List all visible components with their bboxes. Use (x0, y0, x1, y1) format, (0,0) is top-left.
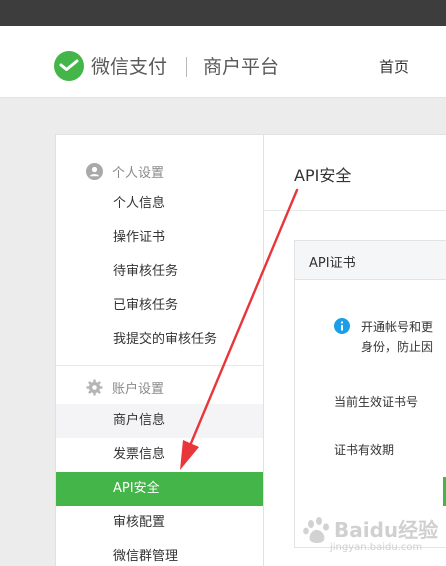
sidebar-item-wechat-group-mgmt[interactable]: 微信群管理 (56, 540, 263, 566)
sidebar-item-merchant-info[interactable]: 商户信息 (56, 404, 263, 438)
sidebar-item-my-submitted-tasks[interactable]: 我提交的审核任务 (56, 323, 263, 357)
page-title: API安全 (294, 166, 352, 185)
main-panel: API安全 API证书 开通帐号和更 身份，防止因 当前生效证书号 证书有效期 (264, 134, 446, 566)
cert-notice-text: 开通帐号和更 身份，防止因 (361, 317, 446, 357)
brand-subtitle: 商户平台 (203, 56, 280, 78)
wechat-pay-logo-icon (54, 51, 84, 81)
current-cert-number-label: 当前生效证书号 (334, 395, 419, 409)
sidebar-group-label: 个人设置 (112, 165, 165, 181)
sidebar: 个人设置 个人信息 操作证书 待审核任务 已审核任务 我提交的审核任务 账户设置… (55, 134, 264, 566)
top-bar (0, 0, 446, 26)
sidebar-divider (56, 365, 263, 366)
notice-line: 身份，防止因 (361, 340, 434, 354)
sidebar-item-operation-cert[interactable]: 操作证书 (56, 221, 263, 255)
cert-validity-label: 证书有效期 (334, 443, 395, 457)
info-icon (334, 318, 350, 334)
sidebar-group-label: 账户设置 (112, 381, 165, 397)
sidebar-item-invoice-info[interactable]: 发票信息 (56, 438, 263, 472)
sidebar-item-api-security[interactable]: API安全 (56, 472, 263, 506)
api-cert-card: API证书 开通帐号和更 身份，防止因 当前生效证书号 证书有效期 (294, 240, 446, 548)
card-title: API证书 (309, 256, 356, 271)
brand-name: 微信支付 (91, 56, 168, 78)
sidebar-group-personal-settings: 个人设置 (86, 161, 164, 181)
title-divider (264, 210, 446, 211)
watermark-text: Baidu经验 (334, 518, 439, 542)
user-icon (86, 162, 103, 180)
sidebar-item-review-config[interactable]: 审核配置 (56, 506, 263, 540)
baidu-watermark: Baidu经验 jingyan.baidu.com (298, 512, 444, 558)
sidebar-item-pending-review[interactable]: 待审核任务 (56, 255, 263, 289)
sidebar-group-account-settings: 账户设置 (86, 377, 164, 397)
sidebar-item-reviewed-tasks[interactable]: 已审核任务 (56, 289, 263, 323)
sidebar-item-personal-info[interactable]: 个人信息 (56, 187, 263, 221)
paw-logo-icon (303, 517, 329, 543)
notice-line: 开通帐号和更 (361, 320, 434, 334)
brand-divider (186, 57, 187, 77)
gear-icon (86, 379, 103, 395)
card-header: API证书 (295, 241, 446, 280)
header: 微信支付 商户平台 首页 (0, 26, 446, 98)
watermark-url: jingyan.baidu.com (330, 542, 423, 553)
nav-home-link[interactable]: 首页 (379, 57, 409, 77)
